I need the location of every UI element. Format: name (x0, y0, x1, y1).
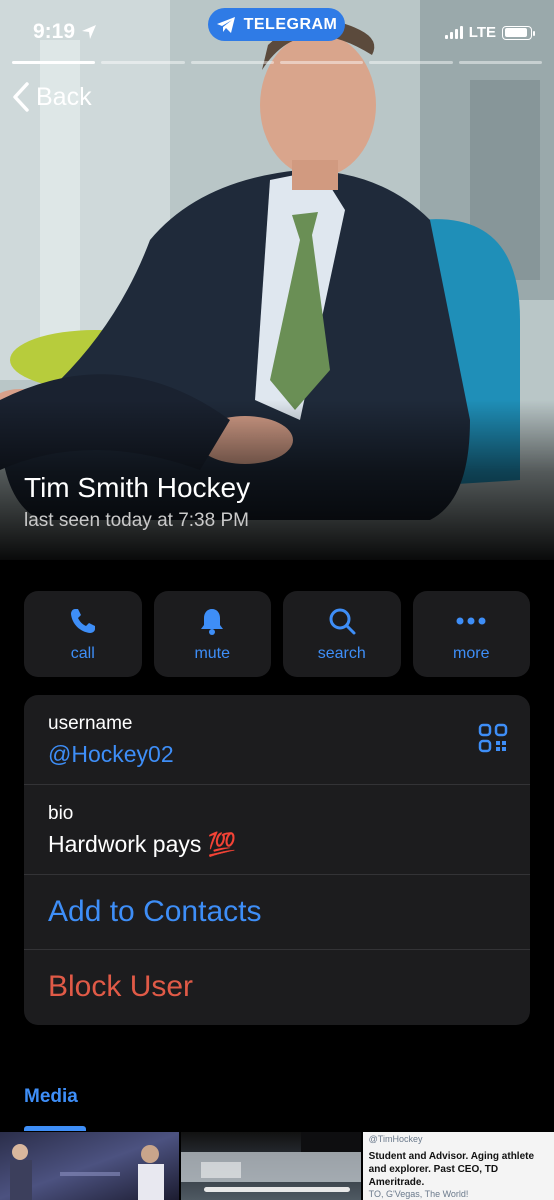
qr-code-icon[interactable] (478, 723, 508, 753)
search-label: search (317, 645, 366, 662)
home-indicator[interactable] (204, 1187, 350, 1192)
thumbnail-location-text: TO, G'Vegas, The World! (368, 1189, 469, 1199)
add-to-contacts-button[interactable]: Add to Contacts (48, 895, 261, 929)
search-icon (326, 605, 358, 637)
media-thumbnail[interactable]: @TimHockey Student and Advisor. Aging at… (362, 1132, 554, 1200)
photo-progress-segment (101, 61, 185, 64)
photo-progress-segment (12, 61, 96, 64)
telegram-plane-icon (216, 16, 235, 33)
ellipsis-icon (455, 605, 487, 637)
photo-progress-segment (369, 61, 453, 64)
photo-progress-segment (458, 61, 542, 64)
media-thumbnail[interactable] (0, 1132, 180, 1200)
photo-progress-segment (190, 61, 274, 64)
call-button[interactable]: call (24, 591, 142, 677)
tab-media-indicator (24, 1126, 86, 1131)
telegram-app-pill[interactable]: TELEGRAM (208, 8, 345, 41)
bell-icon (196, 605, 228, 637)
photo-progress-segment (279, 61, 364, 64)
chevron-left-icon (13, 82, 29, 112)
username-row[interactable]: username @Hockey02 (24, 695, 530, 785)
username-value[interactable]: @Hockey02 (48, 741, 174, 768)
username-label: username (48, 713, 133, 734)
location-arrow-icon (82, 25, 97, 39)
status-time: 9:19 (33, 20, 97, 44)
bio-row: bio Hardwork pays 💯 (24, 785, 530, 875)
back-button[interactable]: Back (12, 82, 92, 112)
profile-actions: call mute search more (24, 591, 530, 677)
network-type: LTE (468, 24, 496, 41)
status-indicators: LTE (444, 24, 535, 41)
back-label: Back (36, 82, 92, 111)
add-to-contacts-row[interactable]: Add to Contacts (24, 875, 530, 950)
profile-info-card: username @Hockey02 bio Hardwork pays 💯 A… (24, 695, 530, 1025)
telegram-pill-label: TELEGRAM (243, 15, 338, 33)
mute-label: mute (194, 645, 231, 662)
tab-media[interactable]: Media (24, 1086, 78, 1108)
more-label: more (453, 645, 490, 662)
last-seen-status: last seen today at 7:38 PM (24, 510, 249, 531)
profile-name: Tim Smith Hockey (24, 472, 251, 503)
photo-progress-bars (12, 61, 542, 64)
phone-icon (67, 605, 99, 637)
block-user-button[interactable]: Block User (48, 970, 193, 1004)
bio-value: Hardwork pays 💯 (48, 831, 237, 857)
signal-bars-icon (444, 26, 463, 39)
thumbnail-bio-text: Student and Advisor. Aging athlete and e… (368, 1151, 535, 1188)
status-time-text: 9:19 (33, 20, 76, 43)
mute-button[interactable]: mute (153, 591, 271, 677)
call-label: call (70, 645, 95, 662)
search-button[interactable]: search (283, 591, 401, 677)
thumbnail-handle-text: @TimHockey (368, 1134, 423, 1144)
block-user-row[interactable]: Block User (24, 950, 530, 1025)
media-thumbnail-image (10, 1144, 164, 1200)
more-button[interactable]: more (412, 591, 530, 677)
battery-icon (502, 25, 535, 40)
bio-label: bio (48, 803, 74, 824)
battery-fill (504, 28, 527, 37)
